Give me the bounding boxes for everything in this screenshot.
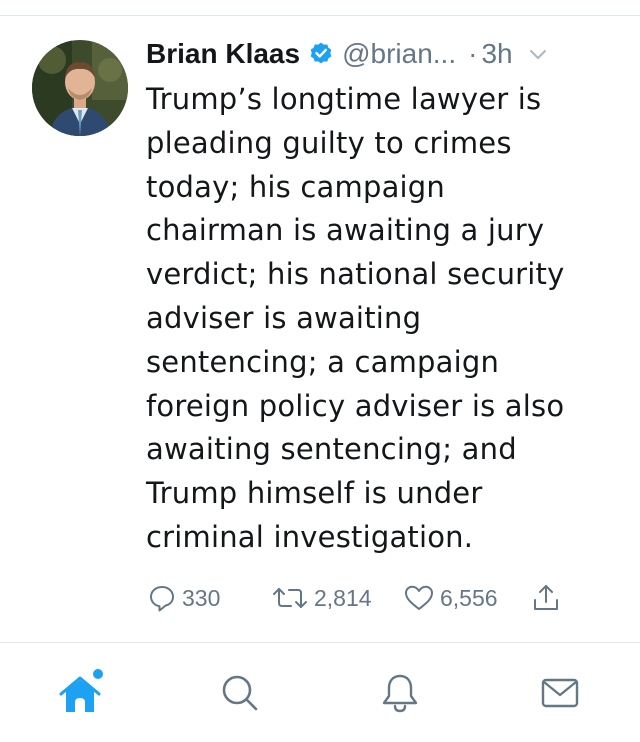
share-button[interactable] bbox=[530, 578, 562, 618]
like-count: 6,556 bbox=[440, 584, 498, 611]
tweet-text-line: Trump himself is under bbox=[146, 476, 483, 511]
heart-icon bbox=[405, 585, 433, 610]
tweet-text-line: pleading guilty to crimes bbox=[146, 125, 512, 160]
reply-icon bbox=[150, 586, 174, 612]
tweet-timestamp[interactable]: 3h bbox=[481, 38, 512, 70]
tweet-text-line: chairman is awaiting a jury bbox=[146, 213, 545, 248]
tweet-text-line: today; his campaign bbox=[146, 169, 445, 204]
tweet-text-line: verdict; his national security bbox=[146, 257, 565, 292]
avatar[interactable] bbox=[32, 40, 128, 136]
tweet-text-line: Trump’s longtime lawyer is bbox=[146, 82, 542, 116]
share-icon bbox=[534, 585, 558, 610]
tweet-header: Brian Klaas @brian... · 3h bbox=[146, 36, 616, 72]
tab-bar bbox=[0, 643, 640, 742]
separator-dot: · bbox=[468, 38, 478, 69]
tab-notifications[interactable] bbox=[370, 663, 430, 723]
tweet-text-line: criminal investigation. bbox=[146, 519, 474, 554]
profile-photo-icon bbox=[32, 40, 128, 136]
tweet-text-line: sentencing; a campaign bbox=[146, 344, 500, 379]
retweet-button[interactable]: 2,814 bbox=[270, 578, 372, 618]
bell-icon bbox=[382, 674, 418, 713]
search-icon bbox=[222, 675, 258, 711]
retweet-icon bbox=[273, 588, 307, 608]
notification-dot bbox=[93, 669, 103, 679]
author-display-name[interactable]: Brian Klaas bbox=[146, 38, 300, 70]
chevron-down-icon[interactable] bbox=[527, 43, 549, 65]
author-handle[interactable]: @brian... bbox=[342, 38, 456, 70]
tweet-text-line: awaiting sentencing; and bbox=[146, 432, 517, 467]
tab-messages[interactable] bbox=[530, 663, 590, 723]
tweet[interactable]: Brian Klaas @brian... · 3h Trump’s longt… bbox=[0, 16, 640, 628]
reply-count: 330 bbox=[182, 584, 221, 611]
like-button[interactable]: 6,556 bbox=[402, 578, 498, 618]
home-icon bbox=[59, 669, 103, 712]
tweet-text-line: foreign policy adviser is also bbox=[146, 388, 565, 423]
retweet-count: 2,814 bbox=[314, 584, 372, 611]
mail-icon bbox=[541, 678, 579, 708]
verified-badge-icon bbox=[308, 41, 334, 67]
tab-home[interactable] bbox=[50, 663, 110, 723]
tweet-body: Brian Klaas @brian... · 3h Trump’s longt… bbox=[146, 36, 616, 560]
tweet-text: Trump’s longtime lawyer is pleading guil… bbox=[146, 78, 616, 560]
tweet-text-line: adviser is awaiting bbox=[146, 300, 422, 335]
tweet-actions: 330 2,814 6,556 bbox=[146, 578, 616, 618]
tab-search[interactable] bbox=[210, 663, 270, 723]
reply-button[interactable]: 330 bbox=[146, 578, 220, 618]
